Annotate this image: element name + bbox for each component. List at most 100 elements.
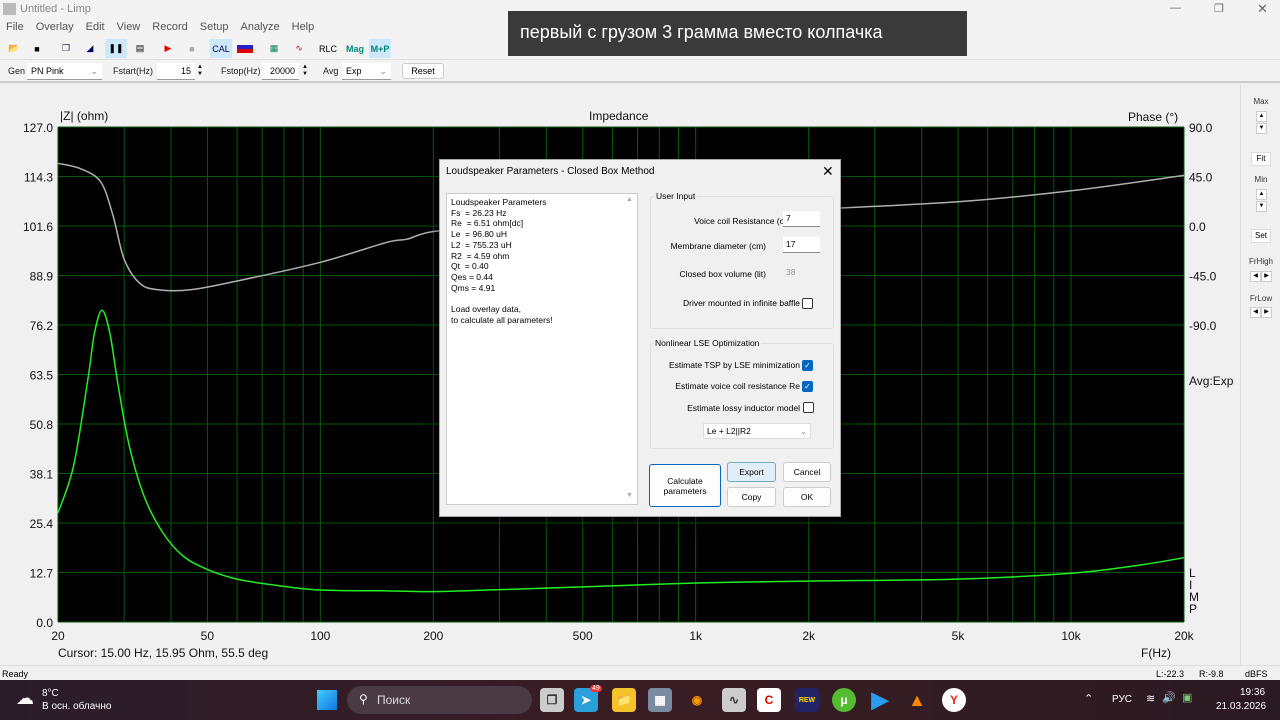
x-tick-label: 5k bbox=[952, 629, 966, 643]
volume-icon[interactable]: 🔊 bbox=[1162, 691, 1176, 704]
level-unit: dBFS bbox=[1245, 669, 1268, 679]
weather-temp[interactable]: 8°C bbox=[42, 688, 59, 699]
baffle-label: Driver mounted in infinite baffle bbox=[682, 298, 800, 308]
export-button[interactable]: Export bbox=[727, 462, 776, 482]
set-button[interactable]: Set bbox=[1251, 229, 1271, 243]
lse-label: Nonlinear LSE Optimization bbox=[653, 338, 762, 348]
ok-button[interactable]: OK bbox=[783, 487, 831, 507]
vc-label: Voice coil Resistance (ohm) bbox=[694, 216, 799, 226]
calculator-icon[interactable]: ▦ bbox=[648, 688, 672, 712]
menu-file[interactable]: File bbox=[0, 18, 30, 36]
model-value: Le + L2||R2 bbox=[707, 426, 751, 436]
scroll-down-icon[interactable]: ▼ bbox=[626, 492, 633, 499]
color-icon[interactable] bbox=[234, 39, 256, 58]
fstop-input[interactable]: 20000 bbox=[262, 63, 299, 80]
battery-icon[interactable]: ▣ bbox=[1182, 691, 1192, 704]
y-tick-label: 114.3 bbox=[24, 171, 53, 185]
weather-icon[interactable]: ☁ bbox=[16, 688, 34, 709]
marker-icon[interactable]: ◢ bbox=[79, 39, 101, 58]
x-tick-label: 500 bbox=[573, 629, 593, 643]
y-tick-label: 25.4 bbox=[30, 517, 54, 531]
x-tick-label: 50 bbox=[201, 629, 215, 643]
copy-icon[interactable]: ❐ bbox=[55, 39, 77, 58]
language-indicator[interactable]: РУС bbox=[1112, 694, 1132, 705]
clock-time[interactable]: 19:36 bbox=[1240, 687, 1265, 698]
dialog-title: Loudspeaker Parameters - Closed Box Meth… bbox=[446, 166, 655, 177]
baffle-checkbox[interactable] bbox=[802, 298, 813, 309]
frhigh-left-button[interactable]: ◀ bbox=[1250, 271, 1261, 282]
close-icon[interactable]: ✕ bbox=[1257, 1, 1268, 17]
fstart-input[interactable]: 15 bbox=[157, 63, 195, 80]
calculate-parameters-button[interactable]: Calculate parameters bbox=[649, 464, 721, 507]
max-up-button[interactable]: ▲ bbox=[1256, 111, 1267, 122]
utorrent-icon[interactable]: μ bbox=[832, 688, 856, 712]
menu-setup[interactable]: Setup bbox=[194, 18, 235, 36]
rew-icon[interactable]: REW bbox=[795, 688, 819, 712]
avg-select[interactable]: Exp ⌄ bbox=[342, 63, 391, 80]
player-icon[interactable]: ▶ bbox=[868, 687, 892, 712]
yandex-icon[interactable]: Y bbox=[942, 688, 966, 712]
fit-button[interactable]: Fit bbox=[1251, 152, 1271, 166]
start-button[interactable] bbox=[317, 690, 337, 710]
pause-icon[interactable]: ❚❚ bbox=[105, 39, 127, 58]
search-box[interactable]: ⚲ Поиск bbox=[347, 686, 532, 714]
vc-resistance-input[interactable]: 7 bbox=[783, 211, 820, 227]
minimize-icon[interactable]: — bbox=[1170, 2, 1181, 14]
membrane-diameter-input[interactable]: 17 bbox=[783, 237, 820, 253]
fstop-spinner[interactable]: ▲ ▼ bbox=[302, 64, 308, 78]
limp-taskbar-icon[interactable]: ∿ bbox=[722, 688, 746, 712]
wave-icon[interactable]: ∿ bbox=[288, 39, 310, 58]
ccleaner-icon[interactable]: C bbox=[757, 688, 781, 712]
side-panel: Max ▲ ▼ Fit Min ▲ ▼ Set FrHigh ◀ ▶ FrLow… bbox=[1240, 85, 1280, 665]
vlc-icon[interactable]: ▲ bbox=[905, 688, 929, 712]
scroll-up-icon[interactable]: ▲ bbox=[626, 196, 633, 203]
min-down-button[interactable]: ▼ bbox=[1256, 201, 1267, 212]
task-view-icon[interactable]: ❐ bbox=[540, 688, 564, 712]
frhigh-right-button[interactable]: ▶ bbox=[1261, 271, 1272, 282]
table-icon[interactable]: ▤ bbox=[129, 39, 151, 58]
app-icon-orange[interactable]: ◉ bbox=[685, 688, 709, 712]
save-icon[interactable]: ■ bbox=[26, 39, 48, 58]
fstart-spinner[interactable]: ▲ ▼ bbox=[197, 64, 203, 78]
menu-edit[interactable]: Edit bbox=[80, 18, 111, 36]
open-icon[interactable]: 📂 bbox=[3, 39, 25, 58]
stop-icon[interactable]: ■ bbox=[181, 39, 203, 58]
rlc-button[interactable]: RLC bbox=[317, 39, 339, 58]
max-down-button[interactable]: ▼ bbox=[1256, 123, 1267, 134]
close-icon[interactable]: ✕ bbox=[822, 163, 834, 180]
menu-analyze[interactable]: Analyze bbox=[234, 18, 285, 36]
menu-help[interactable]: Help bbox=[286, 18, 321, 36]
clock-date[interactable]: 21.03.2026 bbox=[1216, 701, 1266, 712]
box-volume-input[interactable]: 38 bbox=[783, 265, 820, 281]
frlow-left-button[interactable]: ◀ bbox=[1250, 307, 1261, 318]
lossy-checkbox[interactable] bbox=[803, 402, 814, 413]
taskbar: ☁ 8°C В осн. облачно ⚲ Поиск ❐ ➤ 49 📁 ▦ … bbox=[0, 680, 1280, 720]
menu-overlay[interactable]: Overlay bbox=[30, 18, 80, 36]
weather-desc[interactable]: В осн. облачно bbox=[42, 701, 111, 712]
wifi-icon[interactable]: ≋ bbox=[1146, 692, 1155, 705]
x-tick-label: 10k bbox=[1061, 629, 1081, 643]
frlow-right-button[interactable]: ▶ bbox=[1261, 307, 1272, 318]
results-textbox[interactable]: Loudspeaker Parameters Fs = 26.23 Hz Re … bbox=[446, 193, 638, 505]
menu-view[interactable]: View bbox=[111, 18, 147, 36]
level-right: R:-9.8 bbox=[1199, 669, 1224, 679]
explorer-icon[interactable]: 📁 bbox=[612, 688, 636, 712]
mag-phase-button[interactable]: M+P bbox=[369, 39, 391, 58]
reset-button[interactable]: Reset bbox=[402, 63, 444, 79]
copy-button[interactable]: Copy bbox=[727, 487, 776, 507]
maximize-icon[interactable]: ❐ bbox=[1214, 2, 1224, 15]
app-icon bbox=[3, 3, 16, 15]
overlay-icon[interactable]: ▦ bbox=[263, 39, 285, 58]
cal-button[interactable]: CAL bbox=[210, 39, 232, 58]
re-checkbox[interactable]: ✓ bbox=[802, 381, 813, 392]
min-up-button[interactable]: ▲ bbox=[1256, 189, 1267, 200]
gen-select[interactable]: PN Pink ⌄ bbox=[27, 63, 102, 80]
tray-chevron-icon[interactable]: ⌃ bbox=[1084, 692, 1093, 705]
play-icon[interactable]: ▶ bbox=[157, 39, 179, 58]
menu-record[interactable]: Record bbox=[146, 18, 193, 36]
y-tick-label: 63.5 bbox=[30, 369, 54, 383]
mag-button[interactable]: Mag bbox=[344, 39, 366, 58]
model-select[interactable]: Le + L2||R2 ⌄ bbox=[703, 423, 811, 439]
cancel-button[interactable]: Cancel bbox=[783, 462, 831, 482]
tsp-checkbox[interactable]: ✓ bbox=[802, 360, 813, 371]
